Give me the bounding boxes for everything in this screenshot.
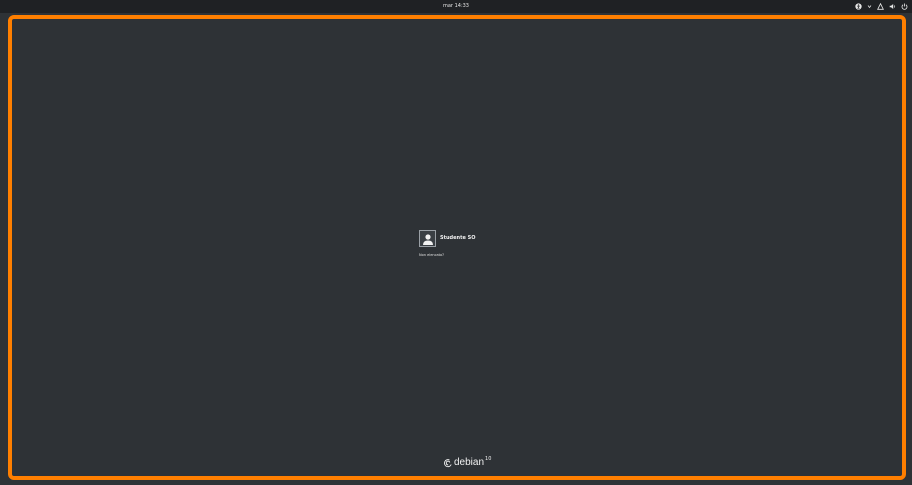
logo-word: debian [454,457,485,468]
top-bar: mar 14:33 [0,0,912,13]
clock[interactable]: mar 14:33 [0,2,912,11]
user-icon [422,233,433,245]
login-screen: mar 14:33 Studente SO Non elencato? debi… [0,0,912,485]
chevron-down-icon[interactable] [867,4,872,9]
logo-version: 10 [485,456,492,462]
not-listed-link[interactable]: Non elencato? [419,253,539,258]
avatar[interactable] [419,230,436,247]
debian-swirl-icon [444,459,452,468]
username-label[interactable]: Studente SO [440,235,475,242]
power-icon[interactable] [901,3,908,10]
network-icon[interactable] [877,3,884,10]
volume-icon[interactable] [889,3,896,10]
user-list: Studente SO Non elencato? [419,230,539,258]
user-entry[interactable]: Studente SO [419,230,539,247]
debian-logo: debian 10 [443,456,492,469]
system-tray[interactable] [855,2,908,11]
accessibility-icon[interactable] [855,3,862,10]
